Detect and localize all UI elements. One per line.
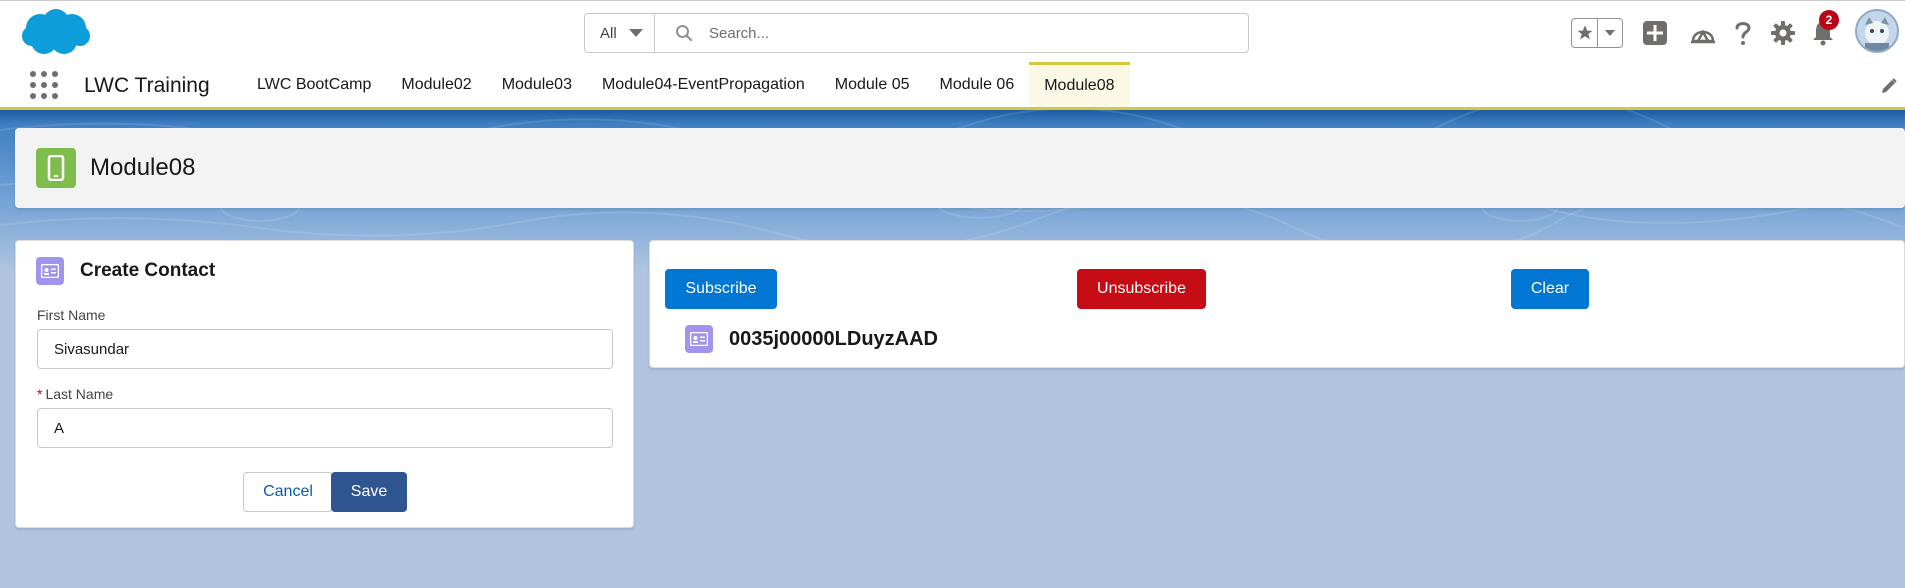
help-icon [1735,22,1751,45]
tab-lwc-bootcamp[interactable]: LWC BootCamp [242,62,386,107]
search-scope-label: All [600,24,617,42]
salesforce-cloud-logo[interactable] [20,8,92,58]
card-header: Create Contact [36,257,215,285]
gear-icon [1771,21,1795,45]
pencil-icon [1882,78,1897,93]
unsubscribe-button[interactable]: Unsubscribe [1077,269,1206,309]
last-name-field[interactable] [37,408,613,448]
notification-count-badge: 2 [1819,10,1839,30]
global-actions-button[interactable] [1641,19,1669,47]
record-id: 0035j00000LDuyzAAD [729,327,938,350]
subscribe-button[interactable]: Subscribe [665,269,777,309]
last-name-label: Last Name [45,386,114,402]
global-header: All Search... 2 [0,0,1905,62]
trailhead-icon [1691,29,1715,44]
create-contact-card: Create Contact First Name *Last Name Can… [15,240,634,528]
favorites-button[interactable] [1572,19,1597,47]
tab-module08[interactable]: Module08 [1029,62,1130,107]
first-name-field[interactable] [37,329,613,369]
card-title: Create Contact [80,260,216,281]
search-input[interactable] [709,24,1209,42]
app-name: LWC Training [84,74,210,97]
mobile-icon [36,148,76,188]
cancel-button[interactable]: Cancel [243,472,333,512]
help-button[interactable] [1729,19,1757,47]
tab-module04-eventpropagation[interactable]: Module04-EventPropagation [587,62,820,107]
clear-button[interactable]: Clear [1511,269,1589,309]
add-icon [1643,21,1667,45]
trailhead-guidance-button[interactable] [1689,19,1717,47]
avatar[interactable] [1855,9,1899,53]
chevron-down-icon [628,29,643,37]
chevron-down-icon [1605,30,1615,36]
global-search: All [584,13,1249,53]
first-name-label: First Name [37,307,106,323]
favorites-group [1571,18,1623,48]
contact-card-icon [36,257,64,285]
tab-module-06[interactable]: Module 06 [925,62,1030,107]
tab-module03[interactable]: Module03 [487,62,587,107]
search-icon [676,25,693,42]
app-navigation-bar: LWC Training LWC BootCamp Module02 Modul… [0,62,1905,110]
setup-button[interactable] [1769,19,1797,47]
nav-tabs: LWC BootCamp Module02 Module03 Module04-… [242,62,1130,107]
page-title: Module08 [90,154,196,181]
save-button[interactable]: Save [331,472,407,512]
contact-card-icon [685,325,713,353]
favorites-list-button[interactable] [1597,19,1622,47]
required-indicator: * [37,386,43,402]
search-scope-dropdown[interactable]: All [585,14,655,52]
edit-nav-button[interactable] [1880,77,1898,100]
star-icon [1577,25,1592,40]
page-header: Module08 [15,128,1905,208]
app-launcher-icon[interactable] [30,71,58,99]
search-field [655,14,1248,52]
tab-module02[interactable]: Module02 [386,62,486,107]
tab-module-05[interactable]: Module 05 [820,62,925,107]
subscriber-card: Subscribe Unsubscribe Clear 0035j00000LD… [649,240,1905,368]
received-record: 0035j00000LDuyzAAD [685,325,938,353]
last-name-label-row: * Last Name [37,386,113,402]
